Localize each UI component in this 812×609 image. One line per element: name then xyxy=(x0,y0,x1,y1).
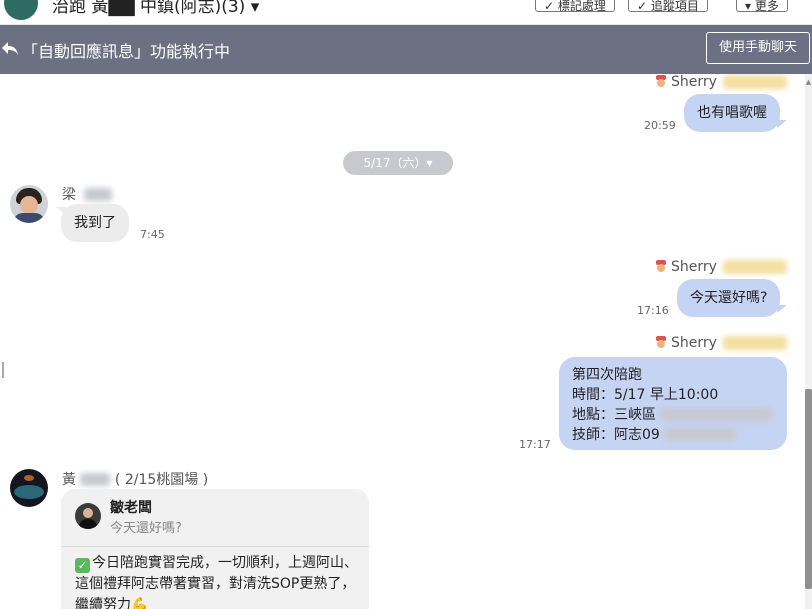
blurred-phone xyxy=(664,428,737,441)
message-bubble: 今天還好嗎? xyxy=(677,279,781,317)
message-line-wrap: 地點：三峽區 xyxy=(572,405,774,425)
blurred-name xyxy=(722,336,787,350)
scroll-thumb[interactable] xyxy=(805,389,812,589)
mark-handled-button[interactable]: ✓ 標記處理 xyxy=(535,0,615,13)
agent-icon xyxy=(654,75,668,89)
bubble-tail xyxy=(777,120,787,128)
scroll-up-icon[interactable]: ▲ xyxy=(805,78,812,86)
agent-sender-line: Sherry xyxy=(654,74,787,90)
blurred-name xyxy=(722,75,787,89)
message-bubble-multiline: 第四次陪跑 時間：5/17 早上10:00 地點：三峽區 技師：阿志09 xyxy=(559,357,787,450)
auto-reply-banner: 「自動回應訊息」功能執行中 使用手動聊天 xyxy=(0,25,812,74)
agent-sender-line: Sherry xyxy=(654,335,787,351)
resize-handle[interactable] xyxy=(2,362,4,378)
check-icon: ✓ xyxy=(75,558,90,573)
message-line-wrap: 技師：阿志09 xyxy=(572,425,774,445)
chat-messages[interactable]: Sherry 也有唱歌喔 20:59 5/17（六）▾ 梁 我到了 7:45 S… xyxy=(0,74,805,609)
sender-note: ( 2/15桃園場 ) xyxy=(114,472,209,488)
date-separator[interactable]: 5/17（六）▾ xyxy=(343,151,453,175)
quoted-sender: 皺老闆 xyxy=(110,500,152,516)
sender-name: 黃 ( 2/15桃園場 ) xyxy=(62,469,208,489)
message-bubble: 也有唱歌喔 xyxy=(684,94,780,132)
message-time: 17:17 xyxy=(519,438,551,451)
message-line: 地點：三峽區 xyxy=(572,407,656,423)
message-line: 第四次陪跑 xyxy=(572,367,642,383)
reply-body: ✓ 今日陪跑實習完成，一切順利，上週阿山、這個禮拜阿志帶著實習，對清洗SOP更熟了… xyxy=(75,553,367,609)
blurred-name xyxy=(84,188,113,201)
avatar[interactable] xyxy=(10,185,48,223)
message-bubble: 我到了 xyxy=(61,204,129,242)
agent-icon xyxy=(654,260,668,274)
agent-name: Sherry xyxy=(671,74,717,90)
message-time: 7:45 xyxy=(140,228,165,241)
track-item-button[interactable]: ✓ 追蹤項目 xyxy=(628,0,708,13)
manual-chat-button[interactable]: 使用手動聊天 xyxy=(706,32,810,64)
reply-arrow-icon xyxy=(0,38,22,60)
quoted-text: 今天還好嗎? xyxy=(110,521,182,536)
muscle-emoji-icon: 💪 xyxy=(131,597,149,609)
blurred-name xyxy=(80,473,111,486)
blurred-name xyxy=(722,260,787,274)
contact-avatar[interactable] xyxy=(4,0,38,20)
quoted-avatar xyxy=(75,503,101,529)
reply-message-card: 皺老闆 今天還好嗎? ✓ 今日陪跑實習完成，一切順利，上週阿山、這個禮拜阿志帶著實… xyxy=(61,489,369,609)
message-time: 20:59 xyxy=(644,119,676,132)
divider xyxy=(61,546,369,547)
sender-name-text: 梁 xyxy=(62,187,76,203)
chat-header: 治跑 黃▇▇ 中鎮(阿志)(3) ▾ ✓ 標記處理 ✓ 追蹤項目 ▾ 更多 xyxy=(0,0,812,25)
message-line: 時間：5/17 早上10:00 xyxy=(572,387,719,403)
reply-text: 今日陪跑實習完成，一切順利，上週阿山、這個禮拜阿志帶著實習，對清洗SOP更熟了，… xyxy=(75,555,358,609)
bubble-tail xyxy=(777,305,787,313)
more-button[interactable]: ▾ 更多 xyxy=(736,0,788,13)
avatar[interactable] xyxy=(10,469,48,507)
message-line: 技師：阿志09 xyxy=(572,427,660,443)
blurred-address xyxy=(660,408,773,421)
chat-scrollbar[interactable]: ▲ xyxy=(805,74,812,609)
sender-name: 梁 xyxy=(62,184,113,204)
quoted-message[interactable]: 皺老闆 今天還好嗎? xyxy=(67,495,363,543)
auto-reply-status: 「自動回應訊息」功能執行中 xyxy=(22,42,231,61)
agent-name: Sherry xyxy=(671,335,717,351)
agent-sender-line: Sherry xyxy=(654,259,787,275)
bubble-tail xyxy=(777,366,787,374)
agent-name: Sherry xyxy=(671,259,717,275)
agent-icon xyxy=(654,336,668,350)
sender-name-text: 黃 xyxy=(62,472,76,488)
chat-title[interactable]: 治跑 黃▇▇ 中鎮(阿志)(3) ▾ xyxy=(52,0,259,17)
message-time: 17:16 xyxy=(637,304,669,317)
